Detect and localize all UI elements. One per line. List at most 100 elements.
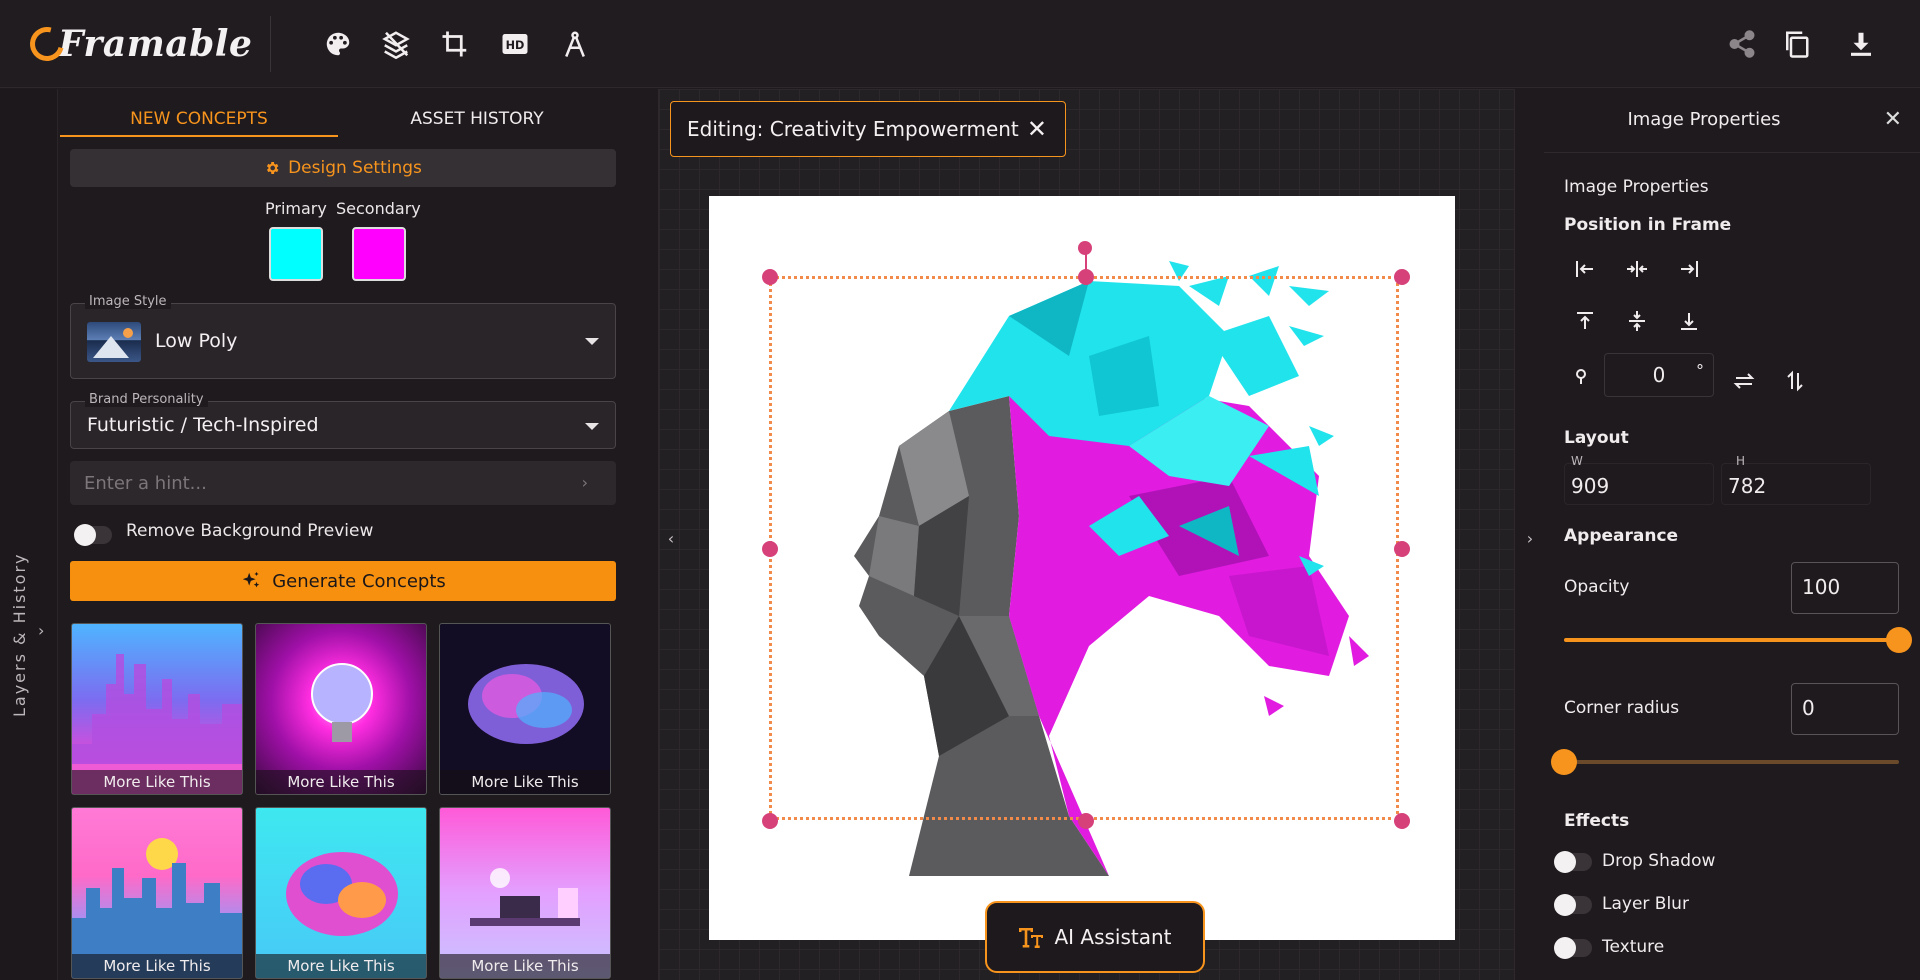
concept-thumbnail-city-skyline[interactable]: More Like This: [71, 623, 243, 795]
close-icon[interactable]: ✕: [1027, 115, 1047, 143]
layer-blur-label: Layer Blur: [1602, 894, 1689, 914]
generate-concepts-button[interactable]: Generate Concepts: [70, 561, 616, 601]
more-like-this-caption: More Like This: [72, 954, 242, 978]
toolbar-divider: [270, 16, 271, 72]
share-icon[interactable]: [1722, 24, 1762, 64]
brand-personality-value: Futuristic / Tech-Inspired: [87, 414, 319, 436]
design-settings-button[interactable]: Design Settings: [70, 149, 616, 187]
opacity-slider-track[interactable]: [1564, 638, 1899, 642]
drop-shadow-label: Drop Shadow: [1602, 851, 1716, 871]
image-properties-panel: Image Properties ✕ Image Properties Posi…: [1516, 89, 1920, 980]
resize-handle[interactable]: [1394, 813, 1410, 829]
resize-handle[interactable]: [1394, 541, 1410, 557]
align-bottom-icon[interactable]: [1674, 306, 1704, 336]
layer-blur-toggle[interactable]: [1554, 894, 1592, 916]
concepts-panel: NEW CONCEPTS ASSET HISTORY Design Settin…: [58, 89, 658, 980]
degree-symbol: °: [1696, 361, 1704, 380]
remove-background-toggle[interactable]: [74, 524, 112, 546]
align-center-vertical-icon[interactable]: [1622, 306, 1652, 336]
ai-assistant-button[interactable]: AI Assistant: [985, 901, 1205, 973]
secondary-color-swatch[interactable]: [352, 227, 406, 281]
corner-radius-slider-track[interactable]: [1564, 760, 1899, 764]
concept-thumbnail-sunset-city[interactable]: More Like This: [71, 807, 243, 979]
collapse-right-panel-icon[interactable]: ›: [1518, 529, 1542, 548]
resize-handle[interactable]: [1394, 269, 1410, 285]
hint-input[interactable]: [70, 461, 616, 505]
image-style-select[interactable]: Image Style Low Poly: [70, 294, 616, 379]
compass-icon[interactable]: [555, 24, 595, 64]
chevron-down-icon: [585, 423, 599, 430]
editing-label: Editing: Creativity Empowerment: [687, 117, 1019, 141]
height-input[interactable]: H 782: [1721, 454, 1871, 505]
align-right-icon[interactable]: [1674, 254, 1704, 284]
corner-radius-input[interactable]: 0: [1791, 683, 1899, 735]
align-left-icon[interactable]: [1570, 254, 1600, 284]
concept-thumbnail-brain-colorful[interactable]: More Like This: [255, 807, 427, 979]
appearance-label: Appearance: [1564, 526, 1679, 546]
primary-color-swatch[interactable]: [269, 227, 323, 281]
width-value: 909: [1571, 474, 1610, 498]
palette-icon[interactable]: [318, 24, 358, 64]
texture-label: Texture: [1602, 937, 1665, 957]
rotate-handle-stem: [1085, 253, 1087, 271]
artboard[interactable]: [709, 196, 1455, 940]
panel-title: Image Properties: [1627, 109, 1781, 130]
editing-chip: Editing: Creativity Empowerment ✕: [670, 101, 1066, 157]
height-label: H: [1736, 454, 1746, 468]
primary-label: Primary: [265, 199, 327, 218]
opacity-slider-knob[interactable]: [1886, 627, 1912, 653]
concept-thumbnail-brain-dark[interactable]: More Like This: [439, 623, 611, 795]
flip-horizontal-icon[interactable]: [1729, 366, 1759, 396]
resize-handle[interactable]: [1078, 813, 1094, 829]
layout-label: Layout: [1564, 428, 1629, 448]
more-like-this-caption: More Like This: [256, 954, 426, 978]
corner-radius-label: Corner radius: [1564, 698, 1680, 718]
layers-icon[interactable]: [376, 24, 416, 64]
align-center-horizontal-icon[interactable]: [1622, 254, 1652, 284]
tab-asset-history[interactable]: ASSET HISTORY: [338, 101, 616, 137]
canvas-area[interactable]: ‹ › Editing: Creativity Empowerment ✕ AI…: [658, 89, 1533, 980]
brand-personality-select[interactable]: Brand Personality Futuristic / Tech-Insp…: [70, 392, 616, 449]
position-in-frame-label: Position in Frame: [1564, 215, 1732, 235]
corner-radius-slider-knob[interactable]: [1551, 749, 1577, 775]
hd-icon[interactable]: HD: [495, 24, 535, 64]
close-icon[interactable]: ✕: [1884, 107, 1902, 132]
more-like-this-caption: More Like This: [256, 770, 426, 794]
framable-logo[interactable]: Framable: [23, 20, 253, 68]
selection-box[interactable]: [762, 241, 1410, 829]
corner-radius-value: 0: [1802, 696, 1815, 720]
chevron-right-icon[interactable]: ›: [38, 621, 44, 640]
align-top-icon[interactable]: [1570, 306, 1600, 336]
more-like-this-caption: More Like This: [440, 770, 610, 794]
resize-handle[interactable]: [762, 813, 778, 829]
resize-handle[interactable]: [1078, 269, 1094, 285]
text-type-icon: [1019, 928, 1044, 948]
resize-handle[interactable]: [762, 541, 778, 557]
drop-shadow-toggle[interactable]: [1554, 851, 1592, 873]
texture-toggle[interactable]: [1554, 937, 1592, 959]
width-input[interactable]: W 909: [1564, 454, 1714, 505]
tab-new-concepts[interactable]: NEW CONCEPTS: [60, 101, 338, 137]
opacity-input[interactable]: 100: [1791, 562, 1899, 614]
logo-text: Framable: [58, 23, 253, 65]
layers-history-label: Layers & History: [10, 552, 29, 717]
low-poly-thumbnail: [87, 322, 141, 362]
top-toolbar: Framable HD: [0, 0, 1920, 88]
flip-vertical-icon[interactable]: [1780, 366, 1810, 396]
submit-hint-icon[interactable]: ›: [582, 473, 588, 492]
concept-thumbnail-office[interactable]: More Like This: [439, 807, 611, 979]
layers-history-rail[interactable]: Layers & History ›: [0, 89, 58, 980]
brand-personality-label: Brand Personality: [85, 392, 208, 407]
chevron-down-icon: [585, 338, 599, 345]
panel-tabs: NEW CONCEPTS ASSET HISTORY: [60, 101, 616, 137]
concept-thumbnail-lightbulb[interactable]: More Like This: [255, 623, 427, 795]
resize-handle[interactable]: [762, 269, 778, 285]
svg-text:HD: HD: [506, 39, 525, 52]
crop-icon[interactable]: [435, 24, 475, 64]
copy-icon[interactable]: [1776, 24, 1816, 64]
image-style-label: Image Style: [85, 294, 171, 309]
gear-icon: [267, 162, 279, 174]
collapse-left-panel-icon[interactable]: ‹: [659, 529, 683, 548]
generate-concepts-label: Generate Concepts: [272, 570, 446, 592]
download-icon[interactable]: [1841, 24, 1881, 64]
